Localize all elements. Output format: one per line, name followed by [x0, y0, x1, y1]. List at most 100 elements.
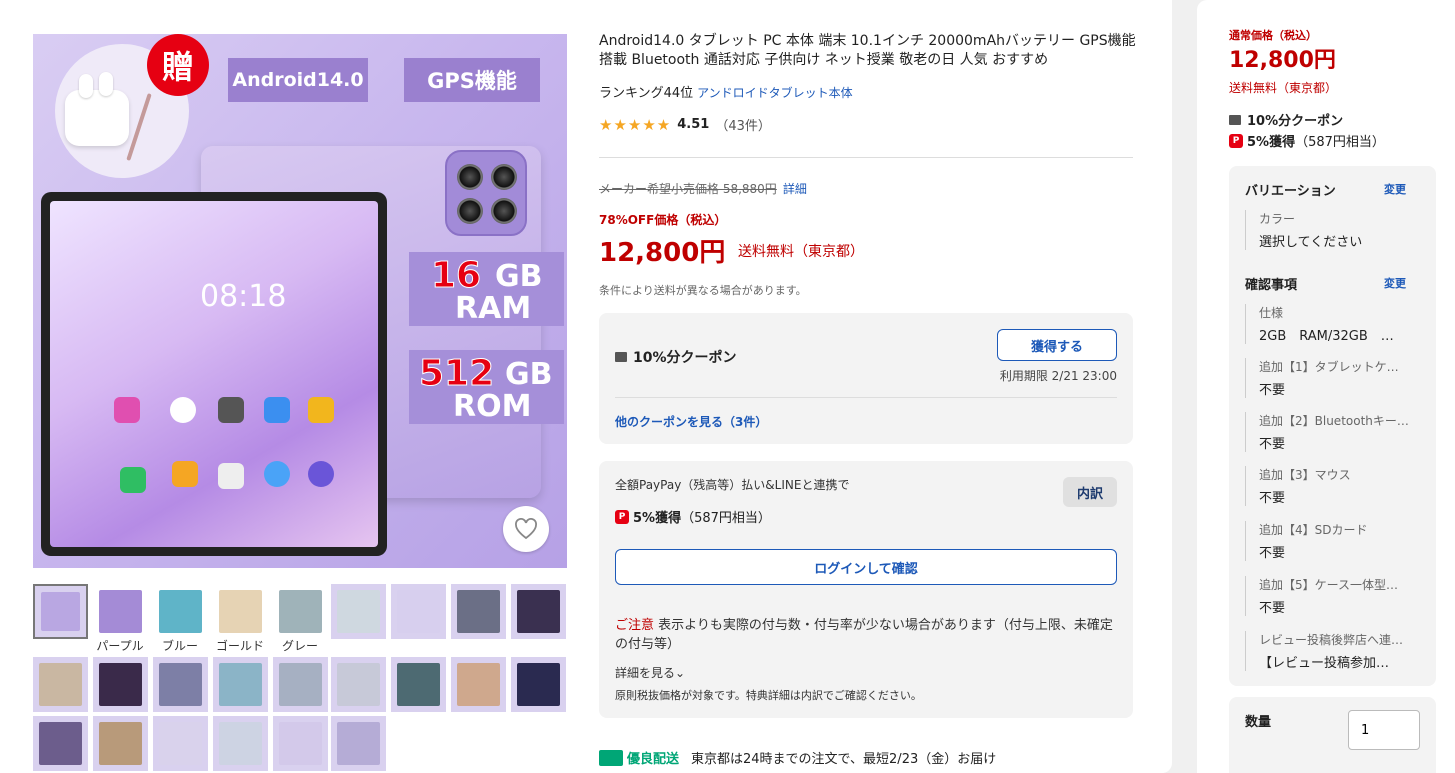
thumbnail-9[interactable] — [511, 584, 566, 639]
confirm-heading: 確認事項 — [1245, 278, 1298, 293]
tax-note: 原則税抜価格が対象です。特典詳細は内訳でご確認ください。 — [615, 689, 922, 702]
thumbnail-10[interactable] — [33, 657, 88, 712]
addon-option-3[interactable]: 追加【3】マウス 不要 — [1245, 466, 1425, 506]
ranking-text: ランキング44位 — [599, 86, 694, 101]
option-value: 2GB RAM/32GB … — [1259, 329, 1394, 344]
list-price-detail-link[interactable]: 詳細 — [783, 182, 807, 196]
rom-spec-block: 512 GB ROM — [409, 350, 564, 424]
thumbnail-12[interactable] — [153, 657, 208, 712]
thumbnail-21[interactable] — [153, 716, 208, 771]
earbud-left — [79, 74, 93, 98]
points-earn-rate: 5%獲得 — [633, 511, 682, 526]
contacts-app-icon — [172, 461, 198, 487]
apps-app-icon — [218, 463, 244, 489]
thumbnail-8[interactable] — [451, 584, 506, 639]
earbuds-case-illustration — [65, 72, 129, 146]
option-label: レビュー投稿後弊店へ連… — [1259, 633, 1404, 647]
shipping-note: 条件により送料が異なる場合があります。 — [599, 284, 807, 297]
option-label: 追加【3】マウス — [1259, 468, 1351, 482]
tablet-screen: 08:18 — [50, 201, 378, 547]
thumbnail-20[interactable] — [93, 716, 148, 771]
addon-option-2[interactable]: 追加【2】Bluetoothキー… 不要 — [1245, 412, 1425, 452]
thumbnail-14[interactable] — [273, 657, 328, 712]
files-app-icon — [308, 397, 334, 423]
sidebar-coupon-text: 10%分クーポン — [1247, 114, 1344, 129]
thumbnail-22[interactable] — [213, 716, 268, 771]
messages-app-icon — [264, 461, 290, 487]
quantity-input[interactable] — [1348, 710, 1420, 750]
truck-icon — [599, 749, 623, 766]
thumbnail-purple[interactable] — [93, 584, 148, 639]
thumbnail-gray[interactable] — [273, 584, 328, 639]
delivery-row: 優良配送 東京都は24時までの注文で、最短2/23（金）お届け — [599, 748, 996, 767]
favorite-heart-button[interactable] — [503, 506, 549, 552]
rom-unit: GB — [505, 357, 553, 392]
thumbnail-18[interactable] — [511, 657, 566, 712]
rating-row[interactable]: ★★★★★ 4.51 （43件） — [599, 115, 771, 135]
spec-option[interactable]: 仕様 2GB RAM/32GB … — [1245, 304, 1425, 344]
camera-lens — [491, 198, 517, 224]
breakdown-button[interactable]: 内訳 — [1063, 477, 1117, 507]
thumbnail-blue[interactable] — [153, 584, 208, 639]
delivery-badge: 優良配送 — [627, 752, 680, 767]
thumbnail-7[interactable] — [391, 584, 446, 639]
thumbnail-19[interactable] — [33, 716, 88, 771]
color-label-gray: グレー — [281, 639, 318, 653]
ranking-category-link[interactable]: アンドロイドタブレット本体 — [697, 86, 853, 100]
rating-value: 4.51 — [677, 117, 710, 132]
coupon-ticket-icon — [1229, 114, 1241, 125]
thumbnail-16[interactable] — [391, 657, 446, 712]
thumbnail-24[interactable] — [331, 716, 386, 771]
camera-lens — [491, 164, 517, 190]
addon-option-5[interactable]: 追加【5】ケース一体型… 不要 — [1245, 576, 1425, 616]
review-option[interactable]: レビュー投稿後弊店へ連… 【レビュー投稿参加… — [1245, 631, 1425, 671]
caution-text: 表示よりも実際の付与数・付与率が少ない場合があります（付与上限、未確定の付与等） — [615, 618, 1113, 652]
sidebar-coupon: 10%分クーポン — [1229, 110, 1343, 129]
chevron-down-icon: ⌄ — [675, 666, 686, 680]
camera-lens — [457, 198, 483, 224]
thumbnail-gold[interactable] — [213, 584, 268, 639]
thumbnail-13[interactable] — [213, 657, 268, 712]
login-confirm-button[interactable]: ログインして確認 — [615, 549, 1117, 585]
product-title: Android14.0 タブレット PC 本体 端末 10.1インチ 20000… — [599, 33, 1136, 68]
option-label: 追加【5】ケース一体型… — [1259, 578, 1399, 592]
thumbnail-1[interactable] — [33, 584, 88, 639]
coupon-title-text: 10%分クーポン — [633, 350, 737, 366]
more-coupons-link[interactable]: 他のクーポンを見る（3件） — [615, 413, 767, 430]
option-label: カラー — [1259, 212, 1296, 226]
discount-label: 78%OFF価格（税込） — [599, 213, 727, 227]
delivery-text: 東京都は24時までの注文で、最短2/23（金）お届け — [691, 752, 997, 767]
star-rating-icon: ★★★★★ — [599, 115, 672, 134]
rom-label: ROM — [453, 389, 532, 424]
option-value: 不要 — [1259, 491, 1286, 506]
rom-number: 512 — [418, 353, 495, 394]
screen-clock: 08:18 — [200, 279, 287, 314]
divider — [615, 397, 1117, 398]
color-option[interactable]: カラー 選択してください — [1245, 210, 1425, 250]
main-product-image[interactable]: 贈 Android14.0 GPS機能 08:18 16 GB RAM 512 … — [33, 34, 567, 568]
review-count[interactable]: （43件） — [715, 115, 771, 134]
tablet-front-illustration: 08:18 — [41, 192, 387, 556]
coupon-ticket-icon — [615, 352, 627, 362]
thumbnail-23[interactable] — [273, 716, 328, 771]
thumbnail-11[interactable] — [93, 657, 148, 712]
camera-module-illustration — [445, 150, 527, 236]
points-earn-amount: （587円相当） — [681, 511, 771, 526]
paypay-icon: P — [615, 509, 629, 524]
addon-option-1[interactable]: 追加【1】タブレットケ… 不要 — [1245, 358, 1425, 398]
sidebar-price-label: 通常価格（税込） — [1229, 29, 1317, 42]
variation-change-link[interactable]: 変更 — [1384, 181, 1406, 197]
get-coupon-button[interactable]: 獲得する — [997, 329, 1117, 361]
addon-option-4[interactable]: 追加【4】SDカード 不要 — [1245, 521, 1425, 561]
sidebar-shipping: 送料無料（東京都） — [1229, 81, 1338, 95]
points-box: 全額PayPay（残高等）払い&LINEと連携で 内訳 P 5%獲得 （587円相… — [599, 461, 1133, 718]
see-details-link[interactable]: 詳細を見る⌄ — [615, 664, 685, 681]
caution-note: ご注意 表示よりも実際の付与数・付与率が少ない場合があります（付与上限、未確定の… — [615, 616, 1117, 654]
caution-label: ご注意 — [615, 618, 655, 633]
thumbnail-6[interactable] — [331, 584, 386, 639]
confirm-change-link[interactable]: 変更 — [1384, 275, 1406, 291]
thumbnail-15[interactable] — [331, 657, 386, 712]
thumbnail-17[interactable] — [451, 657, 506, 712]
gps-feature-tag: GPS機能 — [404, 58, 540, 102]
camera-lens — [457, 164, 483, 190]
